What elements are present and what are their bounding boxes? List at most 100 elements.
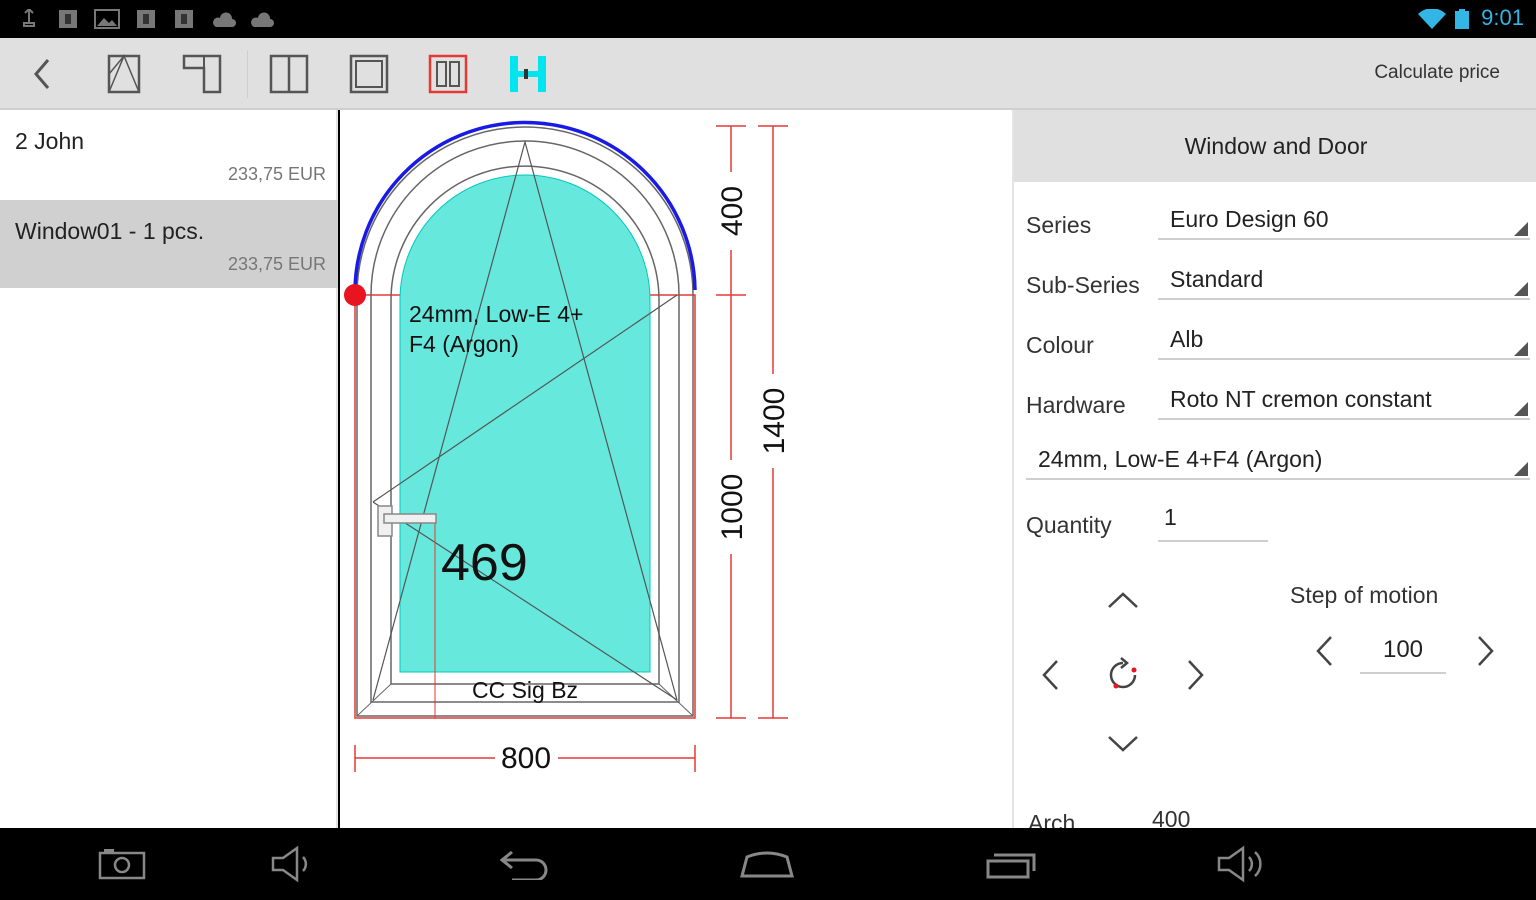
- window-sash-icon: [107, 54, 141, 94]
- glass-pane: [399, 174, 651, 673]
- hardware-select[interactable]: Roto NT cremon constant: [1158, 382, 1530, 420]
- glass-label: F4 (Argon): [409, 331, 519, 357]
- home-icon: [740, 851, 794, 878]
- back-button[interactable]: [4, 38, 80, 110]
- battery-icon: [1455, 9, 1469, 29]
- rotate-icon: [1109, 657, 1137, 689]
- series-label: Series: [1026, 212, 1092, 238]
- chevron-right-icon: [1188, 660, 1204, 690]
- window-drawing-canvas[interactable]: 24mm, Low-E 4+ F4 (Argon) 469 CC Sig Bz …: [340, 110, 1012, 828]
- hardware-label: Hardware: [1026, 392, 1126, 418]
- arch-label: Arch: [1028, 810, 1076, 828]
- split-frame-icon: [182, 54, 222, 94]
- step-input[interactable]: 100: [1360, 630, 1446, 674]
- list-item[interactable]: Window01 - 1 pcs. 233,75 EUR: [0, 200, 338, 288]
- panel-title: Window and Door: [1014, 110, 1536, 182]
- sub-series-value: Standard: [1170, 266, 1264, 292]
- chevron-left-icon: [1316, 636, 1332, 666]
- chevron-right-icon: [1478, 636, 1494, 666]
- double-sash-icon: [428, 54, 468, 94]
- vertical-split-icon: [269, 54, 309, 94]
- quantity-label: Quantity: [1026, 512, 1112, 538]
- vertical-split-button[interactable]: [251, 38, 327, 110]
- navigation-bar: [0, 828, 1536, 900]
- mullion-button[interactable]: [490, 38, 566, 110]
- arch-handle[interactable]: [344, 284, 366, 306]
- list-item-price: 233,75 EUR: [227, 254, 326, 274]
- properties-panel: Window and Door Series Euro Design 60 Su…: [1012, 110, 1536, 828]
- profile-label: CC Sig Bz: [472, 677, 578, 703]
- list-item-price: 233,75 EUR: [227, 164, 326, 184]
- wifi-icon: [1418, 9, 1446, 29]
- frame-button[interactable]: [331, 38, 407, 110]
- volume-up-button[interactable]: [1214, 840, 1270, 888]
- glass-value: 24mm, Low-E 4+F4 (Argon): [1038, 446, 1323, 472]
- sim-icon: [175, 10, 193, 28]
- recent-apps-button[interactable]: [982, 840, 1040, 888]
- sash-size-label: 469: [441, 534, 528, 592]
- glass-select[interactable]: 24mm, Low-E 4+F4 (Argon): [1026, 442, 1530, 480]
- mullion-icon: [510, 56, 546, 92]
- sub-series-select[interactable]: Standard: [1158, 262, 1530, 300]
- arch-dimension[interactable]: 400: [716, 186, 749, 236]
- recent-apps-icon: [986, 853, 1036, 879]
- move-left-button[interactable]: [1030, 650, 1070, 700]
- double-sash-button[interactable]: [410, 38, 486, 110]
- list-item[interactable]: 2 John 233,75 EUR: [0, 110, 338, 198]
- dropdown-arrow-icon: [1514, 222, 1528, 236]
- window-list: 2 John 233,75 EUR Window01 - 1 pcs. 233,…: [0, 110, 338, 828]
- rotate-button[interactable]: [1098, 650, 1148, 700]
- chevron-up-icon: [1108, 592, 1138, 608]
- step-value: 100: [1382, 636, 1424, 663]
- sash-tool-button[interactable]: [86, 38, 162, 110]
- chevron-left-icon: [1042, 660, 1058, 690]
- cloud-upload-icon: [251, 12, 274, 27]
- colour-label: Colour: [1026, 332, 1094, 358]
- frame-icon: [349, 54, 389, 94]
- move-up-button[interactable]: [1098, 580, 1148, 620]
- rect-height-dimension[interactable]: 1000: [716, 474, 749, 541]
- cloud-upload-icon: [213, 12, 236, 27]
- step-increase-button[interactable]: [1466, 628, 1506, 674]
- list-item-title: Window01 - 1 pcs.: [15, 218, 205, 244]
- series-select[interactable]: Euro Design 60: [1158, 202, 1530, 240]
- corner-line: [356, 683, 392, 717]
- usb-icon: [23, 9, 35, 27]
- home-button[interactable]: [738, 840, 796, 888]
- status-bar: 9:01: [0, 0, 1536, 38]
- arch-value[interactable]: 400: [1152, 806, 1190, 828]
- move-down-button[interactable]: [1098, 724, 1148, 764]
- quantity-input[interactable]: 1: [1158, 502, 1268, 542]
- colour-select[interactable]: Alb: [1158, 322, 1530, 360]
- screenshot-icon: [98, 849, 146, 880]
- split-frame-button[interactable]: [164, 38, 240, 110]
- dropdown-arrow-icon: [1514, 342, 1528, 356]
- total-height-dimension[interactable]: 1400: [758, 388, 791, 455]
- colour-value: Alb: [1170, 326, 1204, 352]
- window-drawing[interactable]: 24mm, Low-E 4+ F4 (Argon) 469 CC Sig Bz …: [340, 110, 1012, 828]
- chevron-down-icon: [1108, 736, 1138, 752]
- dropdown-arrow-icon: [1514, 282, 1528, 296]
- screenshot-button[interactable]: [96, 840, 148, 888]
- back-nav-button[interactable]: [496, 840, 554, 888]
- volume-up-icon: [1217, 845, 1262, 883]
- volume-down-icon: [271, 845, 308, 883]
- step-decrease-button[interactable]: [1304, 628, 1344, 674]
- move-right-button[interactable]: [1176, 650, 1216, 700]
- image-icon: [94, 9, 120, 29]
- dropdown-arrow-icon: [1514, 402, 1528, 416]
- volume-down-button[interactable]: [266, 840, 318, 888]
- hardware-value: Roto NT cremon constant: [1170, 386, 1432, 412]
- back-icon: [499, 850, 548, 880]
- status-time: 9:01: [1481, 5, 1524, 30]
- sub-series-label: Sub-Series: [1026, 272, 1140, 298]
- calculate-price-button[interactable]: Calculate price: [1374, 62, 1500, 84]
- sim-icon: [59, 10, 77, 28]
- dropdown-arrow-icon: [1514, 462, 1528, 476]
- width-dimension[interactable]: 800: [501, 742, 551, 775]
- handle-lever: [383, 513, 437, 524]
- glass-label: 24mm, Low-E 4+: [409, 301, 584, 327]
- list-item-title: 2 John: [15, 128, 85, 154]
- series-value: Euro Design 60: [1170, 206, 1329, 232]
- toolbar: Calculate price: [0, 38, 1536, 110]
